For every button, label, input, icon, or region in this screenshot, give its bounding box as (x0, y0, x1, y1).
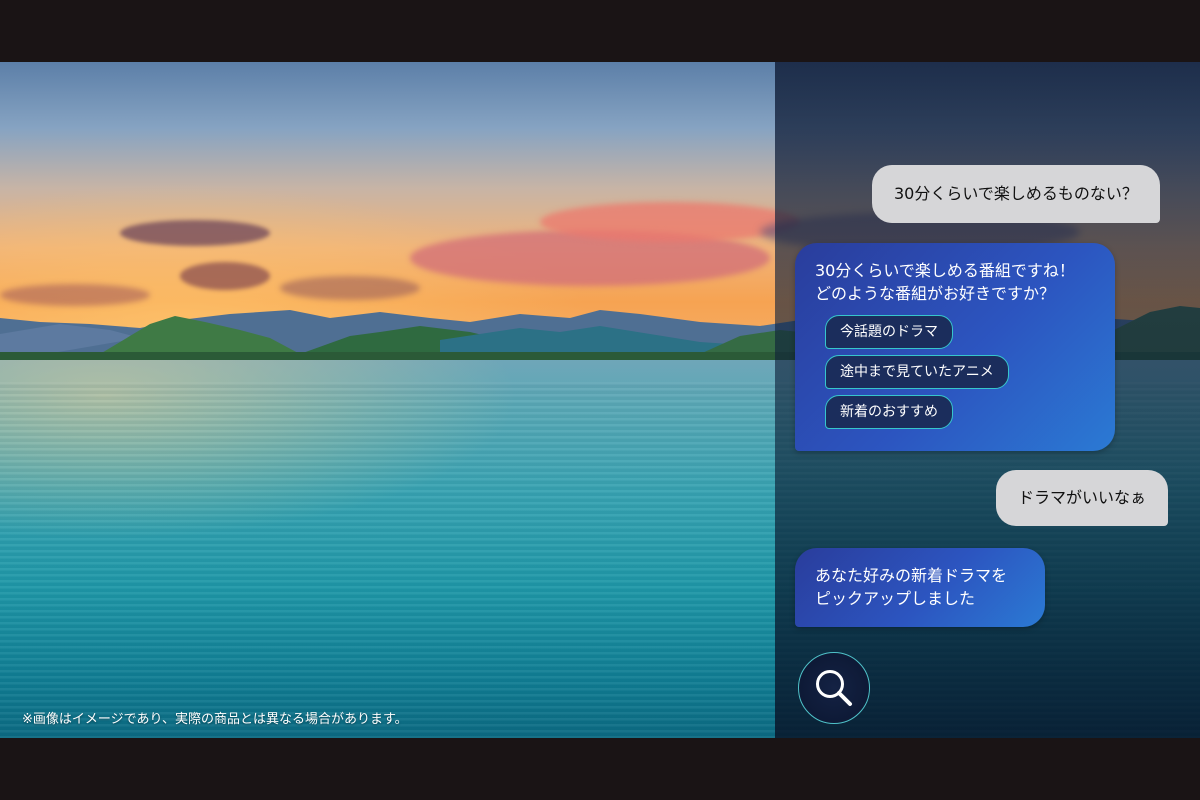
search-icon (816, 670, 852, 706)
user-message-text: 30分くらいで楽しめるものない？ (894, 184, 1138, 203)
assistant-message-line: どのような番組がお好きですか？ (815, 284, 1056, 303)
chip-label: 途中まで見ていたアニメ (840, 364, 994, 380)
assistant-message-line: ピックアップしました (815, 589, 976, 608)
chip-label: 新着のおすすめ (840, 404, 938, 420)
suggestion-chip-continue-anime[interactable]: 途中まで見ていたアニメ (825, 355, 1009, 389)
tv-screen: 30分くらいで楽しめるものない？ 30分くらいで楽しめる番組ですね！ どのような… (0, 62, 1200, 738)
suggestion-chip-new-recommendations[interactable]: 新着のおすすめ (825, 395, 953, 429)
assistant-message-bubble: あなた好みの新着ドラマを ピックアップしました (795, 548, 1045, 627)
assistant-message-bubble: 30分くらいで楽しめる番組ですね！ どのような番組がお好きですか？ 今話題のドラ… (795, 243, 1115, 451)
user-message-bubble: ドラマがいいなぁ (996, 470, 1169, 526)
assistant-message-line: 30分くらいで楽しめる番組ですね！ (815, 261, 1075, 280)
user-message-bubble: 30分くらいで楽しめるものない？ (872, 165, 1160, 223)
assistant-message-line: あなた好みの新着ドラマを (815, 566, 1008, 585)
search-button[interactable] (798, 652, 870, 724)
suggestion-chip-trending-drama[interactable]: 今話題のドラマ (825, 315, 953, 349)
image-disclaimer: ※画像はイメージであり、実際の商品とは異なる場合があります。 (22, 712, 408, 727)
chip-label: 今話題のドラマ (840, 324, 938, 340)
user-message-text: ドラマがいいなぁ (1018, 488, 1147, 507)
